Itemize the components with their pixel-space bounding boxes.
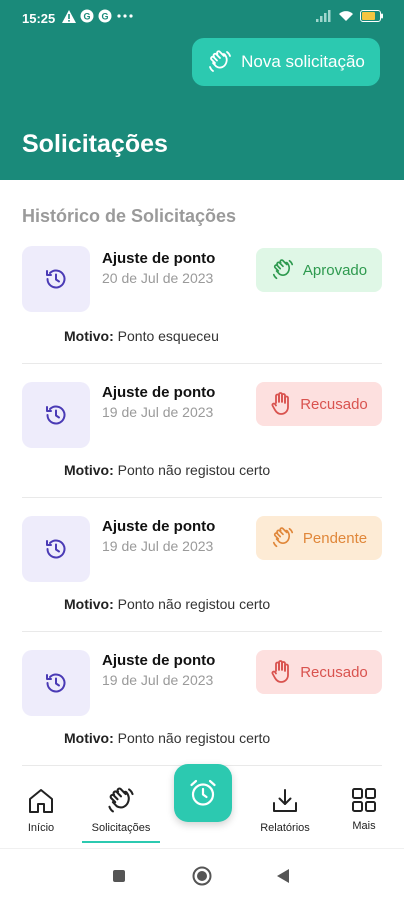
reason-label: Motivo: xyxy=(64,462,114,478)
nav-item-reports[interactable]: Relatórios xyxy=(254,786,316,834)
request-date: 19 de Jul de 2023 xyxy=(102,672,214,688)
history-icon xyxy=(46,539,66,559)
battery-icon xyxy=(360,10,383,22)
svg-text:G: G xyxy=(83,12,90,22)
new-request-label: Nova solicitação xyxy=(241,52,365,71)
app-header: 15:25 G G Nova solicitação Solicitações xyxy=(0,0,404,180)
request-card[interactable]: Ajuste de ponto 19 de Jul de 2023 Recusa… xyxy=(22,380,382,514)
reason-label: Motivo: xyxy=(64,328,114,344)
reason-text: Ponto não registou certo xyxy=(117,730,271,746)
history-icon xyxy=(46,405,66,425)
status-badge-rejected: Recusado xyxy=(256,650,382,694)
request-date: 19 de Jul de 2023 xyxy=(102,404,214,420)
system-nav-bar xyxy=(0,848,404,901)
reason-text: Ponto não registou certo xyxy=(117,596,271,612)
request-date: 20 de Jul de 2023 xyxy=(102,270,214,286)
history-icon-tile xyxy=(22,516,90,582)
grid-icon xyxy=(352,788,376,812)
back-system-button[interactable] xyxy=(276,868,290,889)
history-icon-tile xyxy=(22,382,90,448)
history-icon xyxy=(46,673,66,693)
divider xyxy=(22,363,382,364)
reason-text: Ponto esqueceu xyxy=(117,328,219,344)
reason-label: Motivo: xyxy=(64,730,114,746)
nav-item-requests[interactable]: Solicitações xyxy=(84,786,158,834)
status-bar: 15:25 G G xyxy=(0,0,404,38)
alarm-clock-icon xyxy=(190,779,216,806)
status-label: Recusado xyxy=(300,663,368,681)
app-notification-icon: G xyxy=(98,9,112,23)
nav-label: Início xyxy=(27,822,55,834)
request-card[interactable]: Ajuste de ponto 19 de Jul de 2023 Recusa… xyxy=(22,648,382,782)
request-reason: Motivo: Ponto esqueceu xyxy=(64,328,219,344)
divider xyxy=(22,497,382,498)
status-system-icons xyxy=(316,10,384,22)
raised-hand-icon xyxy=(271,660,290,683)
history-icon-tile xyxy=(22,246,90,312)
wifi-icon xyxy=(339,11,353,21)
request-type: Ajuste de ponto xyxy=(102,250,216,267)
clock-in-fab[interactable] xyxy=(174,764,232,822)
nav-item-home[interactable]: Início xyxy=(22,786,60,834)
app-notification-icon: G xyxy=(80,9,94,23)
nav-label: Mais xyxy=(352,820,376,832)
request-reason: Motivo: Ponto não registou certo xyxy=(64,596,270,612)
home-system-button[interactable] xyxy=(192,866,212,891)
status-notifications: G G xyxy=(62,9,134,23)
status-label: Aprovado xyxy=(302,261,368,279)
history-icon xyxy=(46,269,66,289)
waving-hand-icon xyxy=(272,259,293,280)
request-card[interactable]: Ajuste de ponto 20 de Jul de 2023 Aprova… xyxy=(22,246,382,380)
circle-icon xyxy=(192,866,212,886)
more-dots-icon xyxy=(117,14,133,18)
waving-hand-icon xyxy=(209,50,232,72)
status-label: Pendente xyxy=(302,529,368,547)
status-badge-pending: Pendente xyxy=(256,516,382,560)
status-label: Recusado xyxy=(300,395,368,413)
waving-hand-icon xyxy=(272,527,293,548)
reason-label: Motivo: xyxy=(64,596,114,612)
request-reason: Motivo: Ponto não registou certo xyxy=(64,730,270,746)
page-title: Solicitações xyxy=(22,130,168,158)
nav-label: Solicitações xyxy=(91,822,151,834)
svg-text:G: G xyxy=(101,12,108,22)
request-type: Ajuste de ponto xyxy=(102,384,216,401)
home-icon xyxy=(29,789,53,813)
raised-hand-icon xyxy=(271,392,290,415)
back-triangle-icon xyxy=(277,869,289,883)
reason-text: Ponto não registou certo xyxy=(117,462,271,478)
nav-label: Relatórios xyxy=(260,822,310,834)
status-time: 15:25 xyxy=(22,11,56,26)
download-icon xyxy=(273,789,297,812)
request-type: Ajuste de ponto xyxy=(102,652,216,669)
history-icon-tile xyxy=(22,650,90,716)
hand-icon xyxy=(108,787,134,813)
active-tab-indicator xyxy=(82,841,160,843)
request-card[interactable]: Ajuste de ponto 19 de Jul de 2023 Penden… xyxy=(22,514,382,648)
request-date: 19 de Jul de 2023 xyxy=(102,538,214,554)
status-badge-approved: Aprovado xyxy=(256,248,382,292)
square-icon xyxy=(113,870,125,882)
section-title: Histórico de Solicitações xyxy=(22,206,237,226)
signal-icon xyxy=(316,10,331,22)
warning-icon xyxy=(62,9,76,23)
nav-item-more[interactable]: Mais xyxy=(346,786,382,832)
request-type: Ajuste de ponto xyxy=(102,518,216,535)
new-request-button[interactable]: Nova solicitação xyxy=(192,38,380,86)
request-reason: Motivo: Ponto não registou certo xyxy=(64,462,270,478)
recent-apps-button[interactable] xyxy=(112,869,126,888)
status-badge-rejected: Recusado xyxy=(256,382,382,426)
divider xyxy=(22,631,382,632)
